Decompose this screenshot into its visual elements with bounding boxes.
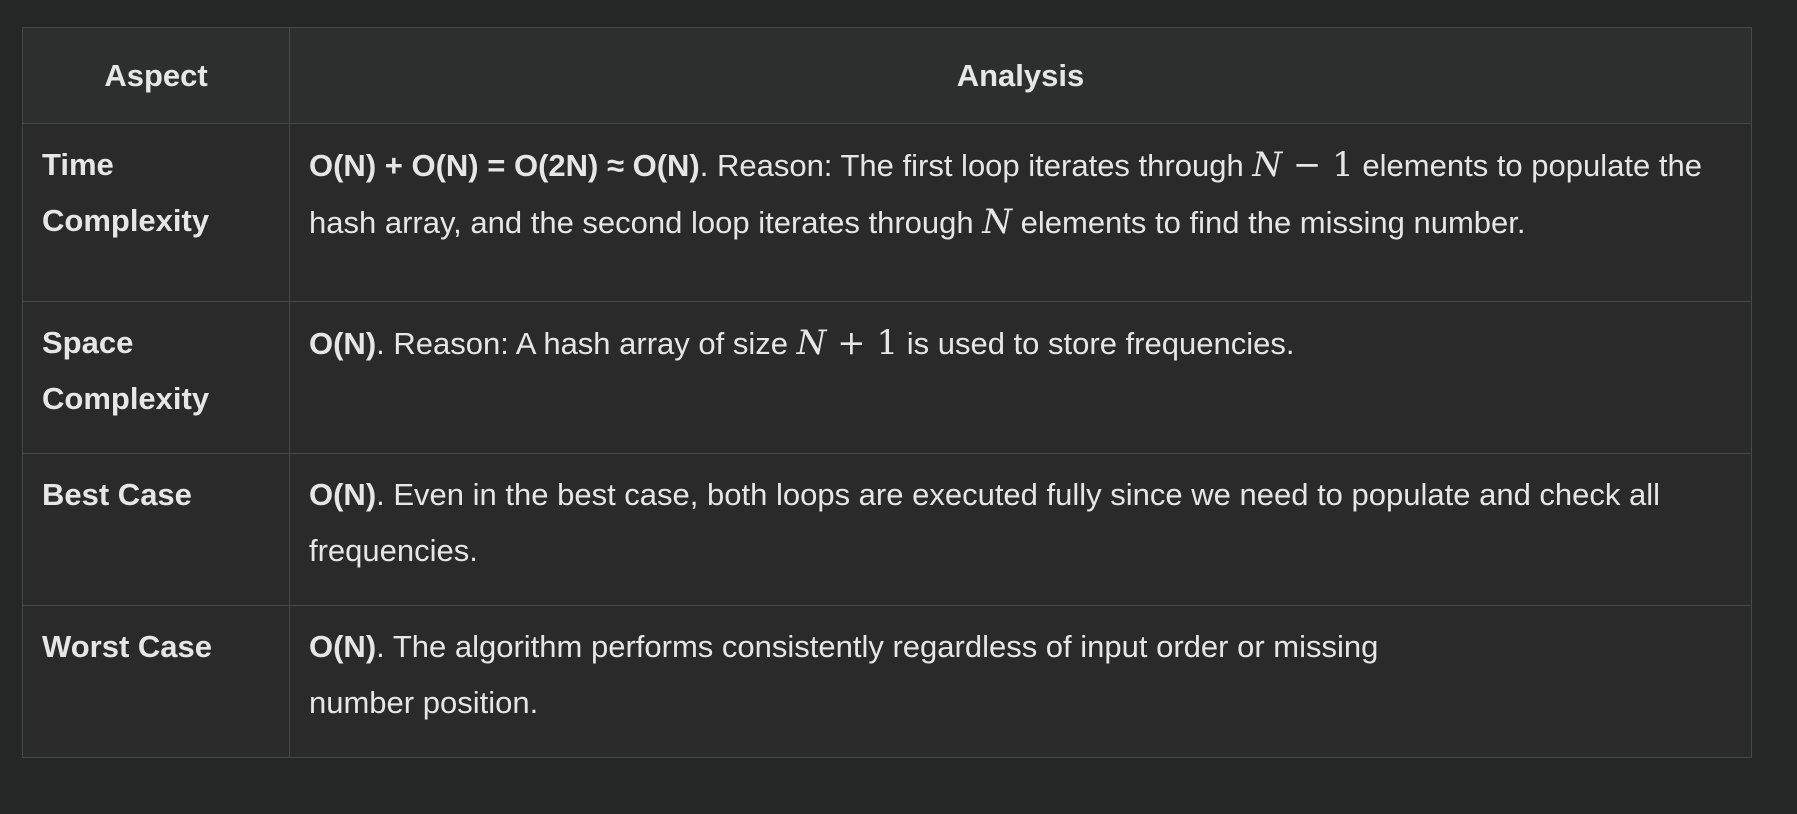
analysis-text: . Reason: The first loop iterates throug… [699, 148, 1253, 183]
complexity-value: O(N) + O(N) = O(2N) ≈ O(N) [309, 148, 700, 183]
math-expression: N + 1 [797, 323, 899, 363]
aspect-cell-best-case: Best Case [22, 453, 290, 606]
complexity-value: O(N) [309, 326, 377, 361]
math-operator: − 1 [1282, 145, 1354, 185]
math-expression: N − 1 [1252, 145, 1354, 185]
math-variable: N [796, 323, 827, 363]
math-expression: N [982, 202, 1012, 242]
aspect-cell-space-complexity: Space Complexity [22, 301, 290, 454]
table-row: Best Case O(N). Even in the best case, b… [22, 453, 1752, 606]
table-row: Time Complexity O(N) + O(N) = O(2N) ≈ O(N… [22, 123, 1752, 302]
table-row: Space Complexity O(N). Reason: A hash arr… [22, 301, 1752, 454]
aspect-cell-time-complexity: Time Complexity [22, 123, 290, 302]
table-row: Worst Case O(N). The algorithm performs … [22, 605, 1752, 758]
math-variable: N [1252, 145, 1283, 185]
analysis-text: . The algorithm performs consistently re… [376, 629, 1379, 664]
header-aspect: Aspect [22, 27, 290, 124]
analysis-text: is used to store frequencies. [898, 326, 1295, 361]
analysis-text: . Reason: A hash array of size [376, 326, 797, 361]
aspect-label: Time [42, 147, 114, 182]
analysis-cell-worst-case: O(N). The algorithm performs consistentl… [289, 605, 1752, 758]
header-analysis: Analysis [289, 27, 1752, 124]
aspect-label: Complexity [42, 381, 210, 416]
complexity-table: Aspect Analysis Time Complexity O(N) + O(… [22, 27, 1752, 758]
analysis-cell-space-complexity: O(N). Reason: A hash array of size N + 1… [289, 301, 1752, 454]
complexity-value: O(N) [309, 629, 377, 664]
complexity-value: O(N) [309, 477, 377, 512]
analysis-cell-time-complexity: O(N) + O(N) = O(2N) ≈ O(N). Reason: The … [289, 123, 1752, 302]
math-operator: + 1 [826, 323, 899, 363]
analysis-text: . Even in the best case, both loops are … [309, 477, 1661, 568]
analysis-text: number position. [309, 685, 539, 720]
analysis-text: elements to find the missing number. [1012, 205, 1526, 240]
complexity-table-container: Aspect Analysis Time Complexity O(N) + O(… [22, 27, 1752, 758]
table-header-row: Aspect Analysis [22, 27, 1752, 124]
aspect-label: Space [42, 325, 134, 360]
analysis-cell-best-case: O(N). Even in the best case, both loops … [289, 453, 1752, 606]
math-variable: N [982, 202, 1013, 242]
aspect-cell-worst-case: Worst Case [22, 605, 290, 758]
aspect-label: Complexity [42, 203, 210, 238]
